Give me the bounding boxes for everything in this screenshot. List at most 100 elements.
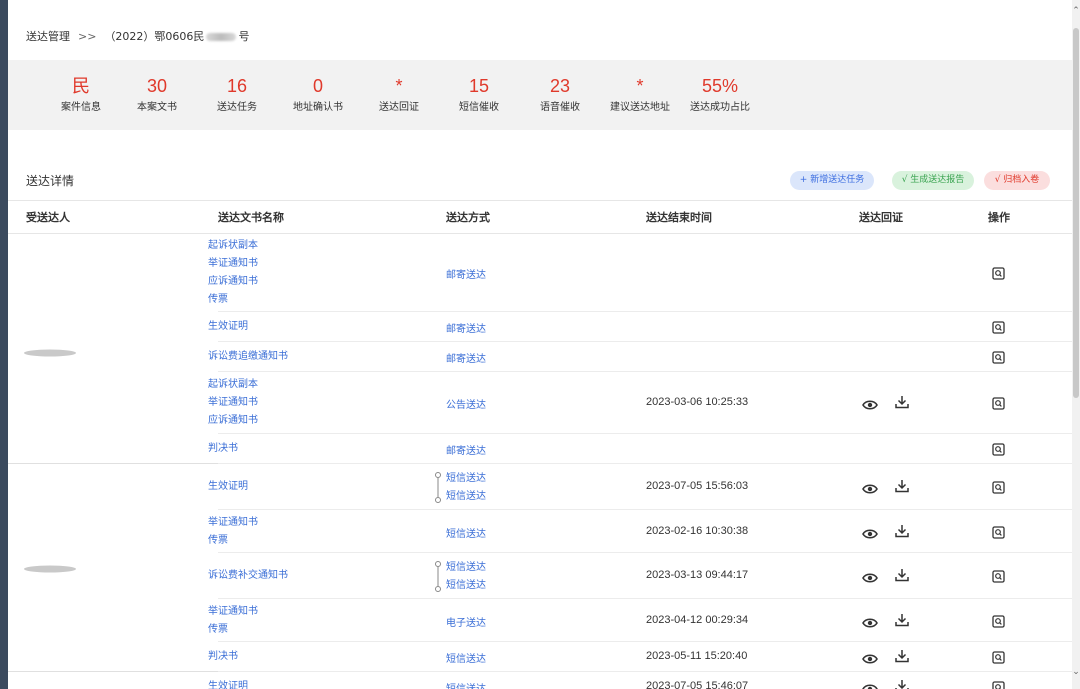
delivery-method[interactable]: 电子送达 <box>446 614 486 629</box>
view-detail-icon[interactable] <box>992 568 1005 583</box>
breadcrumb-case-prefix: （2022）鄂0606民 <box>104 30 205 43</box>
eye-icon[interactable] <box>862 680 878 689</box>
stat-value: * <box>636 76 644 96</box>
route-dots-icon <box>434 560 442 598</box>
view-detail-icon[interactable] <box>992 479 1005 494</box>
recipient-redacted <box>22 343 78 357</box>
doc-name-link[interactable]: 传票 <box>208 291 228 309</box>
stat-label: 建议送达地址 <box>610 102 670 113</box>
header-method: 送达方式 <box>446 211 490 224</box>
download-icon[interactable] <box>895 648 909 663</box>
stat-delivery-tasks[interactable]: 16 送达任务 <box>202 76 272 113</box>
eye-icon[interactable] <box>862 569 878 583</box>
doc-name-link[interactable]: 举证通知书 <box>208 514 258 532</box>
doc-name-link[interactable]: 生效证明 <box>208 318 248 336</box>
delivery-method[interactable]: 短信送达 <box>446 487 486 502</box>
table-row <box>218 599 1072 642</box>
download-icon[interactable] <box>895 678 909 689</box>
stat-value: * <box>395 76 403 96</box>
view-detail-icon[interactable] <box>992 265 1005 280</box>
doc-name-link[interactable]: 应诉通知书 <box>208 273 258 291</box>
doc-name-link[interactable]: 起诉状副本 <box>208 237 258 255</box>
recipient-group-divider <box>8 671 218 672</box>
doc-name-link[interactable]: 生效证明 <box>208 678 248 689</box>
scroll-up-icon[interactable]: ⌃ <box>1072 6 1080 16</box>
stat-label: 本案文书 <box>137 102 177 113</box>
main-page: 送达管理 >> （2022）鄂0606民号 民案件信息 30 本案文书 16 送达任务 … <box>8 0 1072 689</box>
doc-name-link[interactable]: 判决书 <box>208 648 238 666</box>
table-row <box>218 510 1072 553</box>
delivery-method[interactable]: 邮寄送达 <box>446 320 486 335</box>
download-icon[interactable] <box>895 394 909 409</box>
delivery-method[interactable]: 短信送达 <box>446 650 486 665</box>
doc-name-link[interactable]: 传票 <box>208 532 228 550</box>
eye-icon[interactable] <box>862 650 878 664</box>
delivery-end-time: 2023-03-13 09:44:17 <box>646 569 749 581</box>
doc-name-link[interactable]: 应诉通知书 <box>208 412 258 430</box>
stat-case-info[interactable]: 民案件信息 <box>46 76 116 113</box>
stat-case-docs[interactable]: 30 本案文书 <box>122 76 192 113</box>
stat-label: 送达回证 <box>379 102 419 113</box>
delivery-method[interactable]: 短信送达 <box>446 680 486 689</box>
view-detail-icon[interactable] <box>992 649 1005 664</box>
stat-success-ratio[interactable]: 55% 送达成功占比 <box>685 76 755 113</box>
view-detail-icon[interactable] <box>992 349 1005 364</box>
doc-name-link[interactable]: 诉讼费补交通知书 <box>208 567 288 585</box>
view-detail-icon[interactable] <box>992 395 1005 410</box>
breadcrumb-separator: >> <box>78 30 97 43</box>
delivery-method[interactable]: 短信送达 <box>446 558 486 573</box>
generate-report-button[interactable]: √ 生成送达报告 <box>892 171 974 190</box>
view-detail-icon[interactable] <box>992 441 1005 456</box>
view-detail-icon[interactable] <box>992 524 1005 539</box>
doc-name-link[interactable]: 生效证明 <box>208 478 248 496</box>
table-row <box>218 642 1072 672</box>
view-detail-icon[interactable] <box>992 319 1005 334</box>
table-row <box>218 553 1072 599</box>
delivery-method[interactable]: 短信送达 <box>446 469 486 484</box>
doc-name-link[interactable]: 举证通知书 <box>208 603 258 621</box>
view-detail-icon[interactable] <box>992 679 1005 689</box>
delivery-method[interactable]: 短信送达 <box>446 525 486 540</box>
stat-label: 语音催收 <box>540 102 580 113</box>
doc-name-link[interactable]: 判决书 <box>208 440 238 458</box>
redacted-case-number <box>206 33 237 41</box>
doc-name-link[interactable]: 诉讼费追缴通知书 <box>208 348 288 366</box>
stat-address-confirm[interactable]: 0 地址确认书 <box>283 76 353 113</box>
scrollbar-thumb[interactable] <box>1073 28 1079 398</box>
doc-name-link[interactable]: 传票 <box>208 621 228 639</box>
stat-voice-reminder[interactable]: 23 语音催收 <box>525 76 595 113</box>
breadcrumb: 送达管理 >> （2022）鄂0606民 号 <box>26 28 249 44</box>
route-dots-icon <box>435 472 441 503</box>
doc-name-link[interactable]: 举证通知书 <box>208 255 258 273</box>
delivery-method[interactable]: 邮寄送达 <box>446 350 486 365</box>
delivery-method[interactable]: 公告送达 <box>446 396 486 411</box>
vertical-scrollbar[interactable]: ⌃ ⌄ <box>1072 0 1080 689</box>
eye-icon[interactable] <box>862 396 878 410</box>
stat-label: 送达任务 <box>217 102 257 113</box>
scroll-down-icon[interactable]: ⌄ <box>1072 667 1080 677</box>
delivery-end-time: 2023-02-16 10:30:38 <box>646 524 749 537</box>
delivery-end-time: 2023-03-06 10:25:33 <box>646 396 749 408</box>
download-icon[interactable] <box>895 478 909 493</box>
delivery-method[interactable]: 短信送达 <box>446 576 486 591</box>
eye-icon[interactable] <box>862 480 878 494</box>
download-icon[interactable] <box>895 612 909 626</box>
eye-icon[interactable] <box>862 614 878 628</box>
download-icon[interactable] <box>895 567 909 582</box>
stat-suggested-address[interactable]: * 建议送达地址 <box>605 76 675 113</box>
delivery-method[interactable]: 邮寄送达 <box>446 266 486 281</box>
breadcrumb-root[interactable]: 送达管理 <box>26 30 70 43</box>
download-icon[interactable] <box>895 523 909 537</box>
stat-label: 案件信息 <box>61 102 101 113</box>
table-row <box>218 434 1072 464</box>
doc-name-link[interactable]: 起诉状副本 <box>208 376 258 394</box>
view-detail-icon[interactable] <box>992 613 1005 628</box>
eye-icon[interactable] <box>862 525 878 539</box>
delivery-method[interactable]: 邮寄送达 <box>446 442 486 457</box>
stat-delivery-receipt[interactable]: * 送达回证 <box>364 76 434 113</box>
stat-sms-reminder[interactable]: 15 短信催收 <box>444 76 514 113</box>
archive-button[interactable]: √ 归档入卷 <box>984 171 1050 190</box>
recipient-redacted <box>22 559 78 573</box>
doc-name-link[interactable]: 举证通知书 <box>208 394 258 412</box>
new-task-button[interactable]: + 新增送达任务 <box>790 171 874 190</box>
